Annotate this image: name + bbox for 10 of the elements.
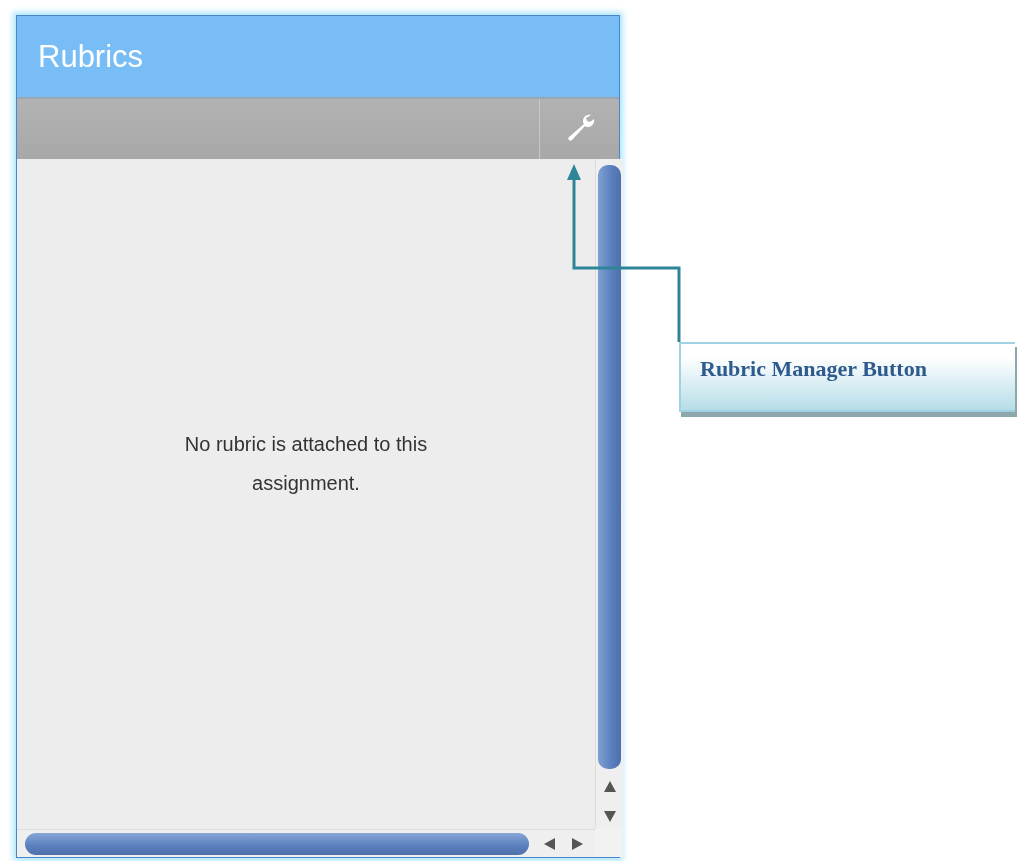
left-arrow-icon[interactable]: [543, 837, 555, 850]
scroll-thumb[interactable]: [25, 832, 529, 855]
scroll-thumb[interactable]: [598, 165, 621, 769]
right-arrow-icon[interactable]: [571, 837, 583, 850]
vertical-scrollbar[interactable]: [595, 159, 623, 829]
horizontal-scrollbar[interactable]: [17, 829, 595, 857]
callout-label: Rubric Manager Button: [700, 356, 927, 382]
panel-title: Rubrics: [38, 38, 144, 75]
empty-message: No rubric is attached to this assignment.: [183, 432, 429, 496]
up-arrow-icon[interactable]: [603, 780, 616, 792]
